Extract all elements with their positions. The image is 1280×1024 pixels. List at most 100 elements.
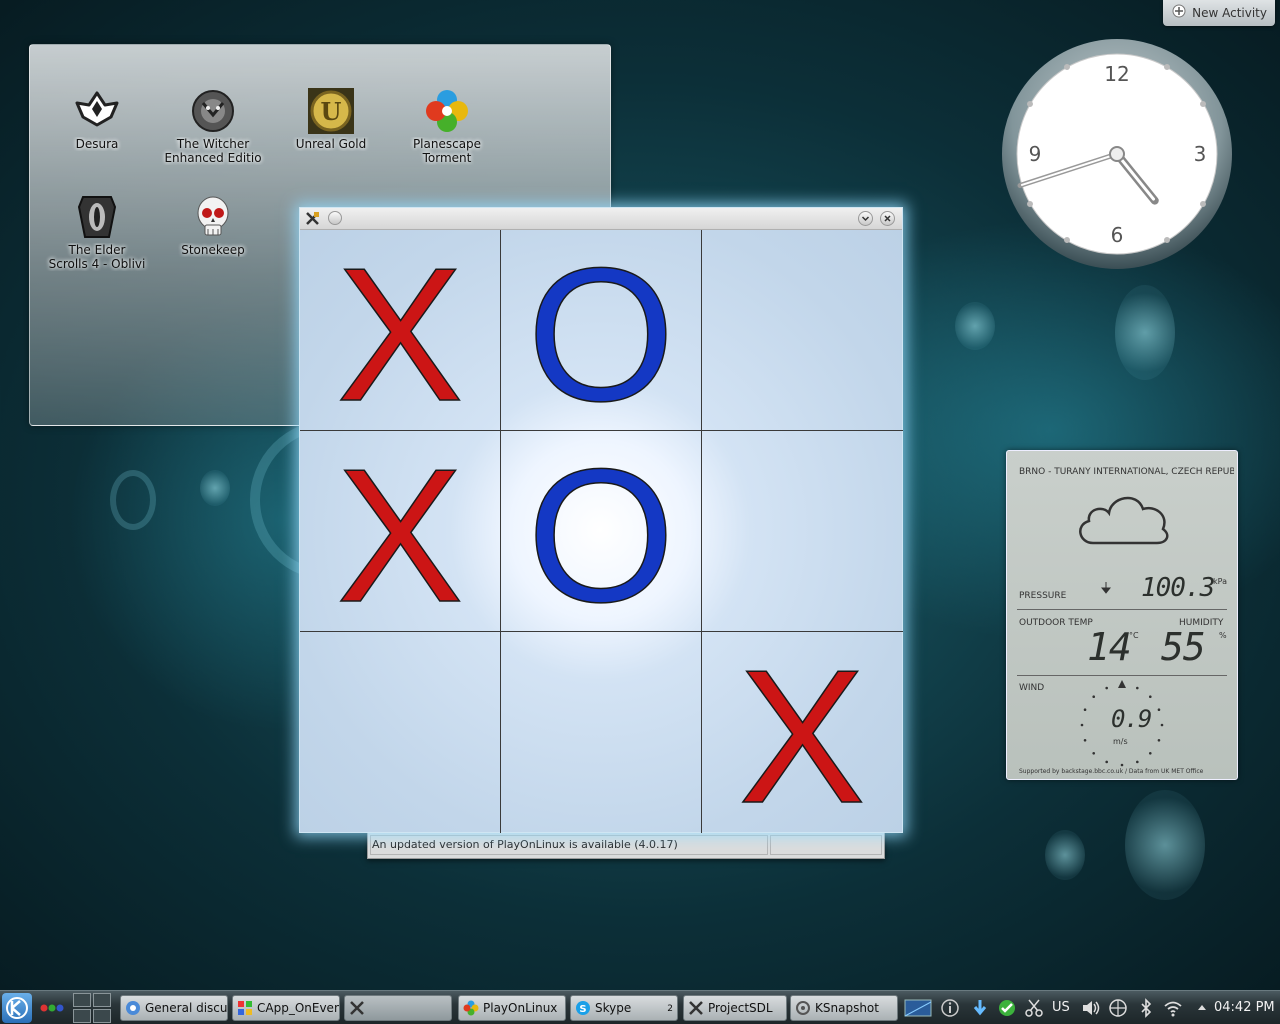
board-cell[interactable]: [501, 632, 702, 833]
task-skype[interactable]: S Skype 2: [570, 995, 678, 1021]
close-icon: [884, 215, 891, 222]
clock-numeral-3: 3: [1194, 142, 1207, 166]
pager[interactable]: [73, 993, 111, 1023]
outdoor-temp-value: 14: [1087, 625, 1132, 669]
pager-desktop-1[interactable]: [73, 993, 91, 1007]
task-capp-onevent[interactable]: CApp_OnEven: [232, 995, 340, 1021]
wifi-icon[interactable]: [1163, 998, 1183, 1018]
skull-icon: [197, 196, 229, 236]
desktop-icon-label: Stonekeep: [181, 243, 245, 257]
background-bokeh: [1045, 830, 1085, 880]
info-icon[interactable]: [940, 998, 960, 1018]
board-cell[interactable]: [702, 230, 903, 431]
desktop-icon-label: Unreal Gold: [295, 137, 367, 151]
weather-widget: BRNO - TURANY INTERNATIONAL, CZECH REPUB…: [1006, 450, 1238, 780]
new-activity-button[interactable]: New Activity: [1163, 0, 1275, 26]
task-label: KSnapshot: [815, 1001, 879, 1015]
pager-desktop-4[interactable]: [93, 1009, 111, 1023]
playonlinux-clover-icon: [426, 90, 468, 132]
task-label: CApp_OnEven: [257, 1001, 340, 1015]
desktop-icon-desura[interactable]: Desura: [42, 87, 152, 151]
pressure-falling-arrow-icon: [1101, 582, 1111, 594]
pager-desktop-3[interactable]: [73, 1009, 91, 1023]
analog-clock-widget: 12 3 6 9: [1002, 39, 1232, 269]
oblivion-icon: [77, 196, 117, 238]
svg-text:U: U: [321, 97, 342, 126]
task-playonlinux[interactable]: PlayOnLinux: [458, 995, 566, 1021]
pressure-label: PRESSURE: [1019, 591, 1067, 601]
kde-launcher-button[interactable]: [2, 993, 32, 1023]
board-cell[interactable]: O: [501, 431, 702, 632]
task-ksnapshot[interactable]: KSnapshot: [790, 995, 898, 1021]
desura-icon: [75, 91, 119, 127]
bluetooth-icon[interactable]: [1136, 998, 1156, 1018]
desktop-icon-label: Planescape Torment: [412, 137, 482, 165]
desktop-icon-elder-scrolls-oblivion[interactable]: The Elder Scrolls 4 - Oblivi: [42, 193, 152, 271]
background-bokeh: [1125, 790, 1205, 900]
background-bokeh: [1115, 285, 1175, 380]
activities-icon[interactable]: [40, 1001, 64, 1015]
board-cell[interactable]: O: [501, 230, 702, 431]
desktop-icon-the-witcher[interactable]: The Witcher Enhanced Editio: [158, 87, 268, 165]
task-projectsdl[interactable]: ProjectSDL: [683, 995, 787, 1021]
skype-icon: S: [576, 1001, 590, 1015]
playonlinux-icon: [463, 1000, 479, 1016]
download-icon[interactable]: [970, 998, 990, 1018]
chevron-down-icon: [861, 216, 870, 222]
scissors-icon[interactable]: [1024, 998, 1044, 1018]
volume-icon[interactable]: [1080, 998, 1100, 1018]
desktop-icon-stonekeep[interactable]: Stonekeep: [158, 193, 268, 257]
wind-label: WIND: [1019, 683, 1045, 693]
task-tictactoe[interactable]: [344, 995, 452, 1021]
x-mark: X: [738, 632, 866, 832]
background-bokeh: [955, 302, 995, 350]
wind-value: 0.9: [1111, 705, 1152, 733]
tray-expand-arrow-icon[interactable]: [1196, 998, 1208, 1018]
desktop-icon-label: The Witcher Enhanced Editio: [164, 137, 262, 165]
desktop-icon-label: Desura: [75, 137, 119, 151]
board-cell[interactable]: X: [702, 632, 903, 833]
board-cell[interactable]: [300, 632, 501, 833]
board-cell[interactable]: X: [300, 431, 501, 632]
svg-text:O: O: [527, 431, 675, 631]
weather-separator: [1017, 609, 1227, 610]
desktop-icon-planescape-torment[interactable]: Planescape Torment: [392, 87, 502, 165]
chrome-icon: [126, 1001, 140, 1015]
witcher-medallion-icon: [192, 90, 234, 132]
clock-numeral-12: 12: [1104, 62, 1129, 86]
minimize-button[interactable]: [858, 211, 873, 226]
pager-desktop-2[interactable]: [93, 993, 111, 1007]
show-desktop-icon[interactable]: [904, 998, 932, 1018]
svg-text:X: X: [739, 632, 866, 832]
status-cell: [770, 835, 882, 855]
new-activity-label: New Activity: [1192, 6, 1267, 20]
taskbar-clock[interactable]: 04:42 PM: [1214, 1000, 1275, 1015]
updates-ok-icon[interactable]: [997, 998, 1017, 1018]
unreal-gold-icon: U: [308, 88, 354, 134]
window-titlebar[interactable]: [300, 208, 902, 230]
board-cell[interactable]: [702, 431, 903, 632]
task-general-discussion[interactable]: General discu: [120, 995, 228, 1021]
desktop-icon-unreal-gold[interactable]: U Unreal Gold: [276, 87, 386, 151]
o-mark: O: [526, 431, 675, 631]
x-mark: X: [336, 431, 464, 631]
keyboard-layout[interactable]: US: [1052, 1000, 1070, 1015]
wind-unit: m/s: [1113, 737, 1128, 746]
background-ring: [110, 470, 156, 530]
network-icon[interactable]: [1108, 998, 1128, 1018]
tictactoe-icon: [689, 1001, 703, 1015]
app-icon[interactable]: [305, 211, 320, 226]
desktop-icon-label: The Elder Scrolls 4 - Oblivi: [48, 243, 146, 271]
task-label: PlayOnLinux: [483, 1001, 558, 1015]
close-button[interactable]: [880, 211, 895, 226]
svg-text:X: X: [337, 230, 464, 430]
tictactoe-window: XOXOX: [299, 207, 903, 833]
cloud-icon: [1079, 496, 1169, 545]
board-cell[interactable]: X: [300, 230, 501, 431]
ksnapshot-icon: [796, 1001, 810, 1015]
weather-separator: [1017, 675, 1227, 676]
weather-station-name: BRNO - TURANY INTERNATIONAL, CZECH REPUB: [1019, 467, 1234, 477]
taskbar: General discu CApp_OnEven PlayOnLinux S …: [0, 990, 1280, 1024]
kde-logo-icon: [6, 997, 28, 1019]
pin-button[interactable]: [328, 211, 342, 225]
